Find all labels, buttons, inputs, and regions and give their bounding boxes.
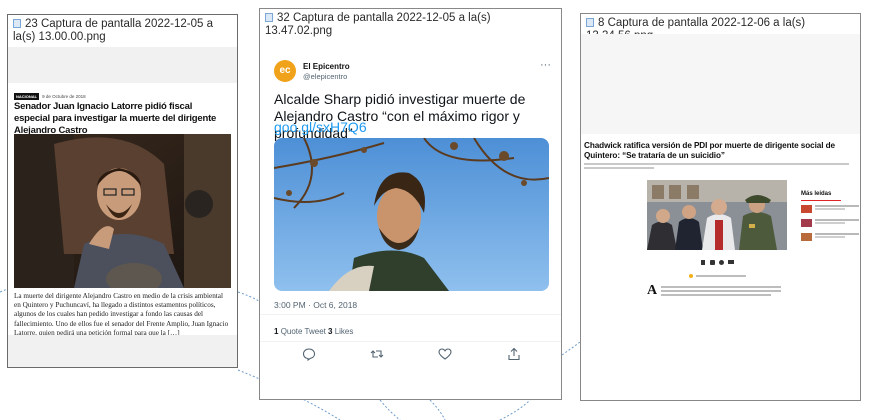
quote-tweet-stat[interactable]: 1 Quote Tweet: [274, 327, 326, 336]
image-file-icon: [13, 19, 21, 28]
reply-icon[interactable]: [302, 347, 316, 361]
sidebar-title: Más leídas: [801, 191, 832, 197]
tweet-link[interactable]: goo.gl/sxH7Q6: [274, 119, 367, 135]
body-line: [661, 290, 781, 292]
byline-text: [696, 275, 746, 277]
divider: [260, 341, 561, 342]
quote-label: Quote Tweet: [280, 327, 326, 336]
article-photo: [14, 134, 231, 288]
article-headline[interactable]: Senador Juan Ignacio Latorre pidió fisca…: [14, 101, 229, 137]
screenshot-card-2[interactable]: 32 Captura de pantalla 2022-12-05 a la(s…: [259, 8, 562, 400]
retweet-icon[interactable]: [370, 347, 384, 361]
sidebar-item[interactable]: [801, 219, 860, 228]
screenshot-card-1[interactable]: 23 Captura de pantalla 2022-12-05 a la(s…: [7, 14, 238, 368]
divider: [260, 314, 561, 315]
share-icon[interactable]: [507, 347, 521, 361]
likes-stat[interactable]: 3 Likes: [328, 327, 353, 336]
quote-count: 1: [274, 327, 279, 336]
like-icon[interactable]: [438, 347, 452, 361]
item-text: [815, 205, 859, 207]
image-file-icon: [586, 18, 594, 27]
sidebar-item[interactable]: [801, 205, 860, 214]
lede-line: [584, 167, 654, 169]
account-handle[interactable]: @elepicentro: [303, 72, 347, 81]
article-photo: [647, 180, 787, 250]
sidebar-underline: [801, 200, 841, 201]
item-text: [815, 208, 845, 210]
article-headline[interactable]: Chadwick ratifica versión de PDI por mue…: [584, 141, 854, 161]
header-bar: [581, 34, 860, 134]
facebook-icon[interactable]: [701, 260, 705, 265]
header-bar: [8, 47, 237, 83]
twitter-icon[interactable]: [710, 260, 715, 265]
account-name[interactable]: El Epicentro: [303, 62, 350, 71]
item-text: [815, 222, 845, 224]
connector-line: [379, 399, 401, 420]
account-avatar[interactable]: ec: [274, 60, 296, 82]
author-avatar: [689, 274, 693, 278]
dropcap: A: [647, 283, 658, 298]
tweet-timestamp[interactable]: 3:00 PM · Oct 6, 2018: [274, 300, 357, 310]
thumbnail: [801, 205, 812, 213]
footer-bar: [8, 335, 237, 367]
thumbnail: [801, 219, 812, 227]
connector-line: [429, 399, 446, 420]
whatsapp-icon[interactable]: [719, 260, 724, 265]
more-options-icon[interactable]: ···: [540, 59, 551, 71]
screenshot-card-3[interactable]: 8 Captura de pantalla 2022-12-06 a la(s)…: [580, 13, 861, 401]
item-text: [815, 233, 859, 235]
article-lede: [584, 163, 849, 169]
connector-line: [499, 399, 531, 420]
thumbnail: [801, 233, 812, 241]
sidebar-item[interactable]: [801, 233, 860, 242]
item-text: [815, 236, 845, 238]
like-label: Likes: [334, 327, 354, 336]
image-file-icon: [265, 13, 273, 22]
article-body: [661, 286, 781, 296]
article-body: La muerte del dirigente Alejandro Castro…: [14, 292, 229, 337]
share-bar: [701, 260, 741, 266]
email-icon[interactable]: [728, 260, 734, 264]
item-text: [815, 219, 859, 221]
connector-line: [561, 341, 581, 356]
byline: [689, 274, 749, 278]
lede-line: [584, 163, 849, 165]
article-date: 9 de Octubre de 2018: [42, 94, 86, 100]
section-tag: NACIONAL: [14, 93, 40, 101]
like-count: 3: [328, 327, 333, 336]
body-line: [661, 286, 781, 288]
file-name: 32 Captura de pantalla 2022-12-05 a la(s…: [265, 12, 491, 37]
tweet-photo[interactable]: [274, 138, 549, 291]
body-line: [661, 294, 771, 296]
file-name: 23 Captura de pantalla 2022-12-05 a la(s…: [13, 18, 213, 43]
